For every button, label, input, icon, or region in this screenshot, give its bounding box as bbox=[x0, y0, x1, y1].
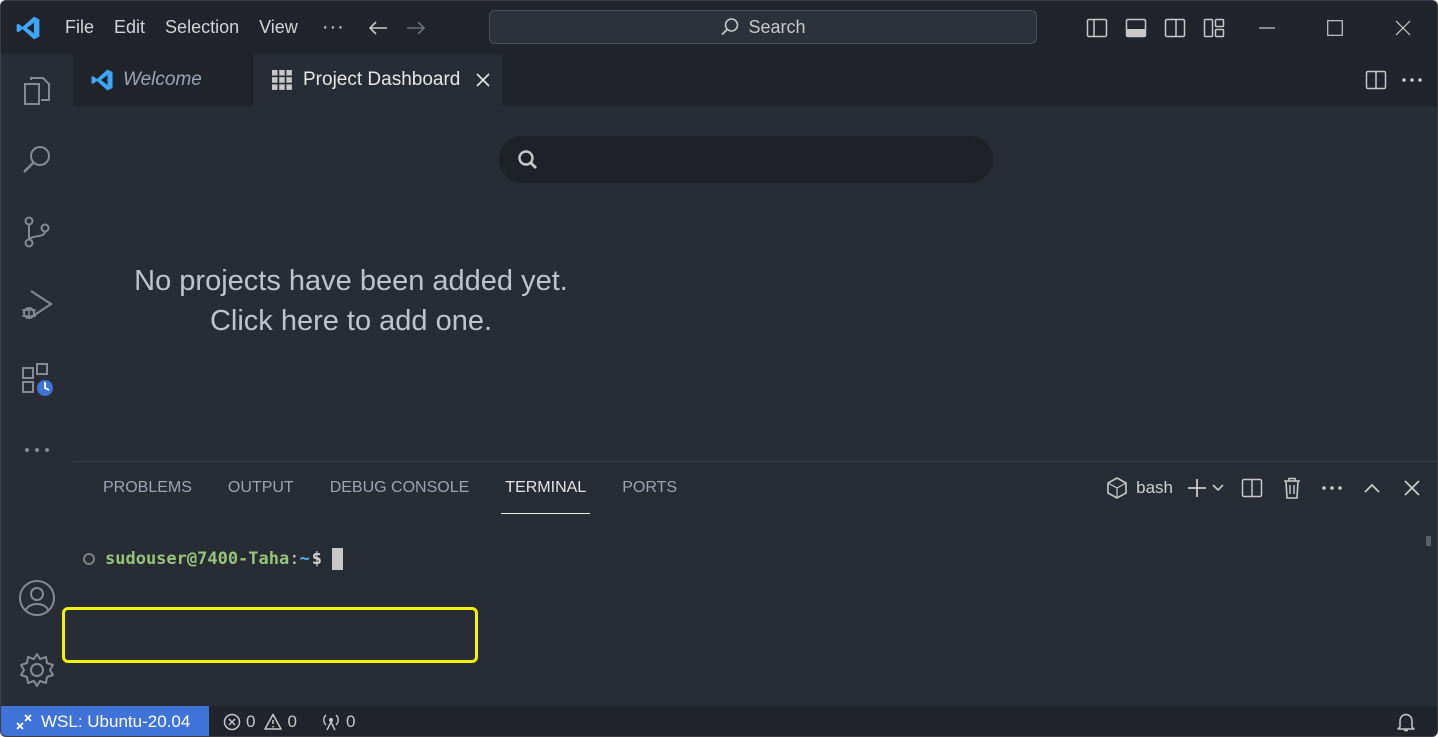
customize-layout-icon[interactable] bbox=[1194, 1, 1233, 54]
chevron-down-icon[interactable] bbox=[1211, 483, 1225, 493]
menu-view[interactable]: View bbox=[249, 1, 308, 54]
ports-status[interactable]: 0 bbox=[321, 712, 355, 732]
tab-ports[interactable]: PORTS bbox=[622, 462, 677, 514]
grid-icon bbox=[267, 65, 297, 95]
tab-terminal[interactable]: TERMINAL bbox=[501, 462, 591, 514]
bottom-panel: PROBLEMS OUTPUT DEBUG CONSOLE TERMINAL P… bbox=[62, 461, 1437, 706]
terminal-prompt-line[interactable]: sudouser@7400-Taha : ~ $ bbox=[62, 548, 478, 663]
menu-bar: File Edit Selection View ··· bbox=[55, 1, 359, 54]
title-bar-controls bbox=[1077, 1, 1437, 54]
vscode-window: File Edit Selection View ··· Search Welc… bbox=[0, 0, 1438, 737]
activity-bar bbox=[1, 54, 73, 706]
terminal-cursor bbox=[331, 548, 343, 570]
vscode-logo-icon bbox=[1, 1, 55, 54]
shell-name: bash bbox=[1136, 478, 1173, 497]
split-terminal-icon[interactable] bbox=[1239, 475, 1265, 501]
project-dashboard-extension-icon[interactable] bbox=[1, 348, 73, 412]
broadcast-icon bbox=[322, 714, 339, 731]
terminal-shell-selector[interactable]: bash bbox=[1106, 477, 1173, 499]
new-terminal-button[interactable] bbox=[1187, 478, 1225, 498]
empty-message-line1: No projects have been added yet. bbox=[134, 265, 568, 297]
tab-welcome-label: Welcome bbox=[123, 69, 202, 90]
menu-more-icon[interactable]: ··· bbox=[308, 16, 359, 39]
terminal-path: ~ bbox=[299, 549, 310, 569]
close-panel-icon[interactable] bbox=[1399, 475, 1425, 501]
more-views-icon[interactable] bbox=[1, 418, 73, 482]
terminal-scrollbar[interactable] bbox=[1426, 536, 1431, 546]
highlight-annotation bbox=[62, 607, 478, 663]
warning-icon bbox=[264, 713, 283, 730]
forward-arrow-icon[interactable] bbox=[397, 1, 435, 54]
panel-tabs: PROBLEMS OUTPUT DEBUG CONSOLE TERMINAL P… bbox=[103, 462, 677, 514]
search-view-icon[interactable] bbox=[1, 128, 73, 192]
tab-project-dashboard[interactable]: Project Dashboard bbox=[253, 54, 502, 106]
search-icon bbox=[721, 18, 739, 36]
project-dashboard-view: No projects have been added yet. Click h… bbox=[73, 106, 1437, 461]
menu-edit[interactable]: Edit bbox=[104, 1, 155, 54]
toggle-primary-sidebar-icon[interactable] bbox=[1077, 1, 1116, 54]
back-arrow-icon[interactable] bbox=[359, 1, 397, 54]
tab-welcome[interactable]: Welcome bbox=[73, 54, 253, 106]
editor-tabs: Welcome Project Dashboard bbox=[73, 54, 1437, 106]
close-tab-icon[interactable] bbox=[472, 69, 494, 91]
vscode-logo-icon bbox=[87, 65, 117, 95]
empty-projects-message[interactable]: No projects have been added yet. Click h… bbox=[73, 261, 629, 341]
error-count: 0 bbox=[246, 712, 256, 731]
toggle-secondary-sidebar-icon[interactable] bbox=[1155, 1, 1194, 54]
remote-label: WSL: Ubuntu-20.04 bbox=[41, 712, 191, 731]
split-editor-icon[interactable] bbox=[1363, 67, 1389, 93]
panel-more-icon[interactable] bbox=[1319, 475, 1345, 501]
terminal-shell-icon bbox=[1107, 477, 1127, 499]
search-icon bbox=[518, 149, 537, 169]
terminal-separator: : bbox=[289, 549, 300, 569]
trash-icon[interactable] bbox=[1279, 475, 1305, 501]
editor-actions bbox=[1363, 54, 1437, 106]
close-window-icon[interactable] bbox=[1369, 1, 1437, 54]
status-bar: WSL: Ubuntu-20.04 0 0 0 bbox=[1, 706, 1437, 736]
command-decoration-icon[interactable] bbox=[83, 553, 95, 565]
plus-icon bbox=[1188, 479, 1206, 497]
problems-status[interactable]: 0 0 bbox=[223, 712, 297, 732]
menu-file[interactable]: File bbox=[55, 1, 104, 54]
terminal-user-host: sudouser@7400-Taha bbox=[105, 549, 290, 569]
run-debug-icon[interactable] bbox=[1, 272, 73, 336]
remote-indicator[interactable]: WSL: Ubuntu-20.04 bbox=[1, 706, 209, 736]
notifications-bell-icon[interactable] bbox=[1397, 706, 1415, 736]
terminal-prompt-symbol: $ bbox=[311, 549, 322, 569]
remote-icon bbox=[16, 714, 32, 730]
source-control-icon[interactable] bbox=[1, 200, 73, 264]
explorer-icon[interactable] bbox=[1, 58, 73, 122]
minimize-icon[interactable] bbox=[1233, 1, 1301, 54]
terminal-actions: bash bbox=[1106, 462, 1425, 514]
tab-problems[interactable]: PROBLEMS bbox=[103, 462, 192, 514]
tab-debug-console[interactable]: DEBUG CONSOLE bbox=[330, 462, 470, 514]
warning-count: 0 bbox=[287, 712, 297, 731]
dashboard-search-input[interactable] bbox=[499, 136, 993, 183]
maximize-panel-icon[interactable] bbox=[1359, 475, 1385, 501]
menu-selection[interactable]: Selection bbox=[155, 1, 249, 54]
more-actions-icon[interactable] bbox=[1399, 67, 1425, 93]
error-icon bbox=[223, 713, 241, 731]
command-center-search[interactable]: Search bbox=[489, 10, 1037, 44]
title-bar: File Edit Selection View ··· Search bbox=[1, 1, 1437, 54]
add-project-link[interactable]: Click here to add one. bbox=[73, 301, 629, 341]
search-label: Search bbox=[748, 16, 806, 37]
toggle-panel-icon[interactable] bbox=[1116, 1, 1155, 54]
ports-count: 0 bbox=[345, 712, 356, 731]
tab-project-dashboard-label: Project Dashboard bbox=[303, 68, 461, 90]
tab-output[interactable]: OUTPUT bbox=[228, 462, 294, 514]
maximize-icon[interactable] bbox=[1301, 1, 1369, 54]
